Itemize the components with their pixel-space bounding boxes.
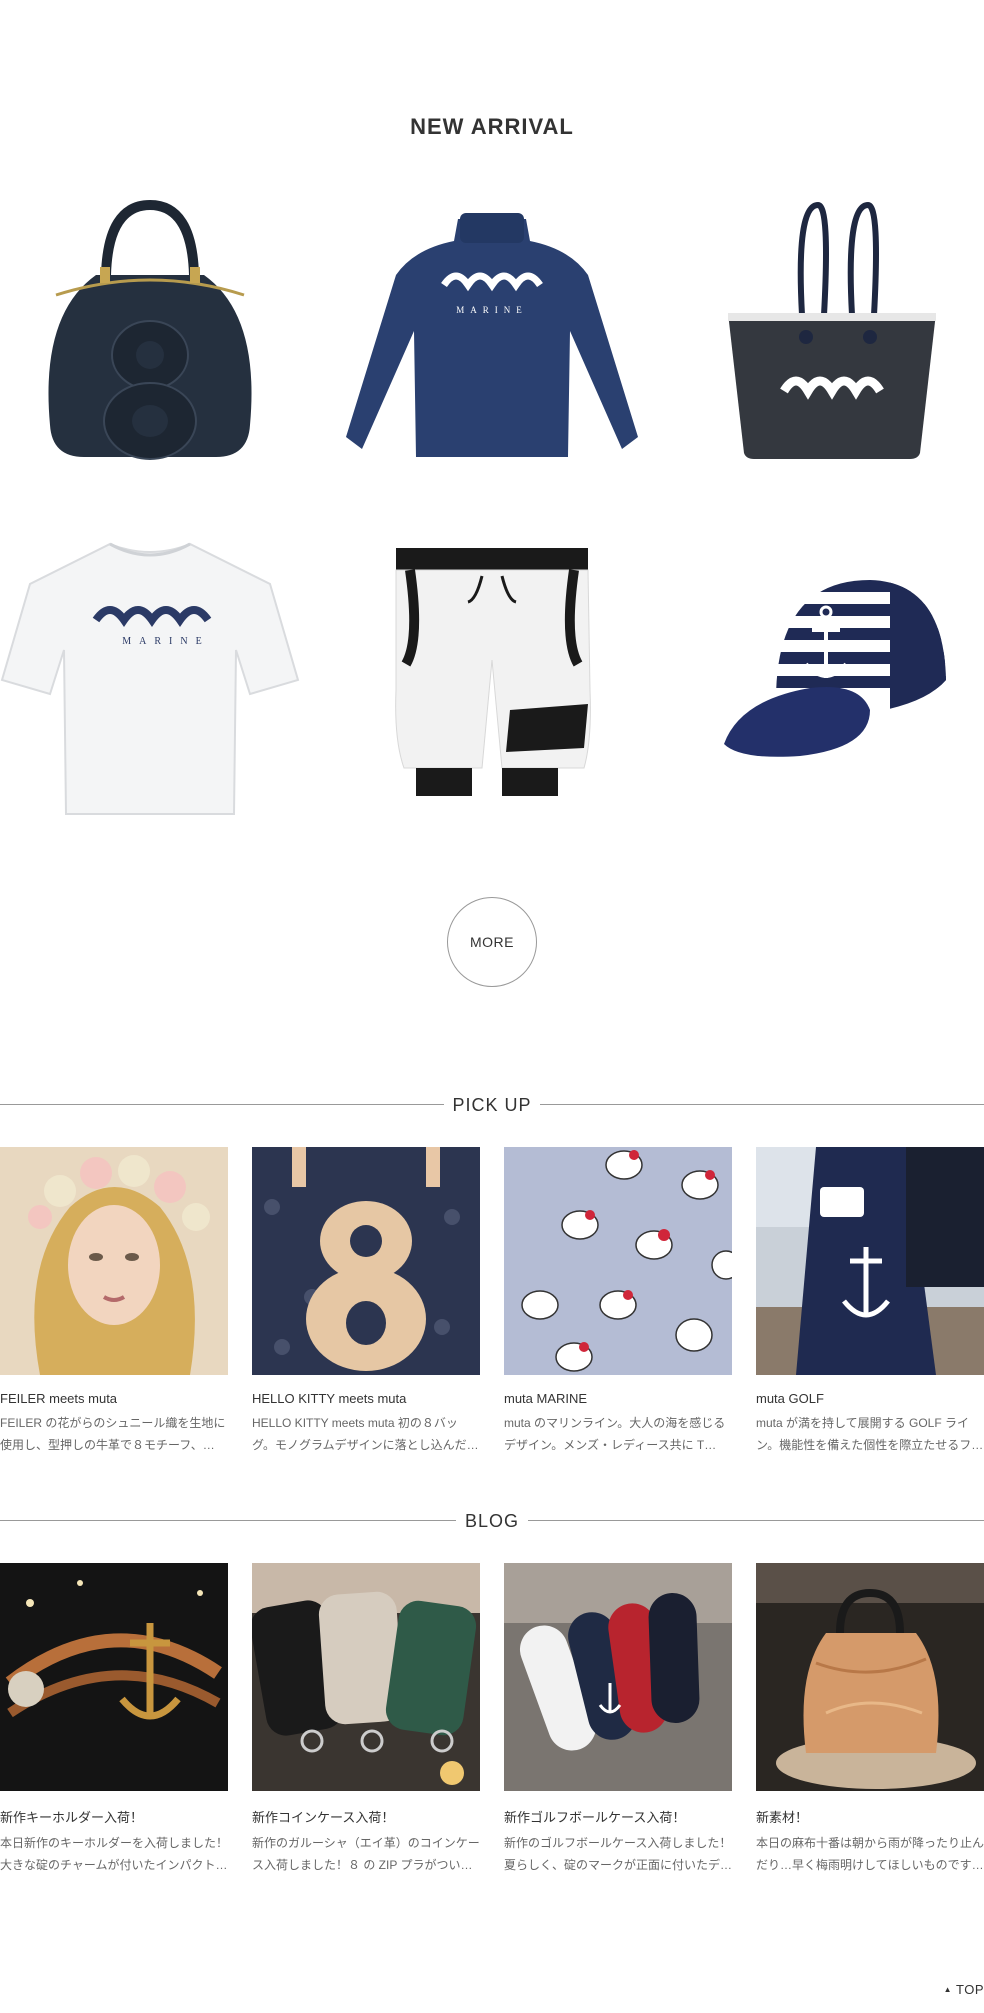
pickup-card-desc: FEILER の花がらのシュニール織を生地に使用し、型押しの牛革で８モチーフ、… [0,1416,226,1452]
product-white-tshirt[interactable]: MARINE [0,530,300,820]
blog-card-ballcase[interactable]: 新作ゴルフボールケース入荷！ 新作のゴルフボールケース入荷しました！夏らしく、碇… [504,1563,732,1876]
pickup-card-desc: muta のマリンライン。大人の海を感じるデザイン。メンズ・レディース共に T… [504,1416,726,1452]
blog-card-desc: 新作のガルーシャ（エイ革）のコインケース入荷しました！８ の ZIP プラがつい… [252,1836,480,1872]
pickup-image-marine [504,1147,732,1375]
tote-bag-icon [728,201,936,459]
product-bowling-bag[interactable] [36,195,264,465]
blog-card-keyholder[interactable]: 新作キーホルダー入荷！ 本日新作のキーホルダーを入荷しました！大きな碇のチャーム… [0,1563,228,1876]
blog-image-ballcase [504,1563,732,1791]
pickup-image-feiler [0,1147,228,1375]
product-tote-bag[interactable] [722,195,942,465]
pickup-card-golf[interactable]: muta GOLF muta が満を持して展開する GOLF ライン。機能性を備… [756,1147,984,1456]
pickup-card-title: HELLO KITTY meets muta [252,1391,407,1406]
blog-card-coincase[interactable]: 新作コインケース入荷！ 新作のガルーシャ（エイ革）のコインケース入荷しました！８… [252,1563,480,1876]
svg-text:MARINE: MARINE [122,636,209,647]
blog-card-new-material[interactable]: 新素材！ 本日の麻布十番は朝から雨が降ったり止んだり…早く梅雨明けしてほしいもの… [756,1563,984,1876]
white-pants-icon [395,548,591,796]
triangle-up-icon: ▲ [943,1985,952,1994]
pickup-card-title: muta GOLF [756,1391,824,1406]
product-white-pants[interactable] [380,540,604,810]
blog-card-title: 新作ゴルフボールケース入荷！ [504,1810,686,1825]
blog-header: BLOG [0,1506,984,1536]
new-arrival-title: NEW ARRIVAL [410,114,574,139]
blog-card-desc: 新作のゴルフボールケース入荷しました！夏らしく、碇のマークが正面に付いたデ… [504,1836,732,1872]
pickup-card-desc: muta が満を持して展開する GOLF ライン。機能性を備えた個性を際立たせる… [756,1416,984,1452]
product-anchor-cap[interactable] [720,560,950,790]
blog-image-new-material [756,1563,984,1791]
pick-up-title: PICK UP [452,1095,532,1115]
back-to-top-link[interactable]: ▲ TOP [944,1982,984,1997]
blog-card-title: 新素材！ [756,1810,809,1825]
pickup-card-feiler[interactable]: FEILER meets muta FEILER の花がらのシュニール織を生地に… [0,1147,228,1456]
product-long-sleeve-shirt[interactable]: MARINE [338,205,646,465]
pickup-card-title: FEILER meets muta [0,1391,118,1406]
pickup-image-hello-kitty [252,1147,480,1375]
pickup-card-marine[interactable]: muta MARINE muta のマリンライン。大人の海を感じるデザイン。メン… [504,1147,732,1456]
blog-image-coincase [252,1563,480,1791]
divider-line-right [540,1104,984,1105]
blog-card-title: 新作コインケース入荷！ [252,1810,395,1825]
white-tshirt-icon: MARINE [0,542,300,815]
pickup-card-hello-kitty[interactable]: HELLO KITTY meets muta HELLO KITTY meets… [252,1147,480,1456]
navy-long-sleeve-shirt-icon: MARINE [346,213,638,457]
more-button[interactable]: MORE [447,897,537,987]
svg-text:MARINE: MARINE [456,305,528,315]
blog-image-keyholder [0,1563,228,1791]
pick-up-header: PICK UP [0,1090,984,1120]
blog-card-desc: 本日新作のキーホルダーを入荷しました！大きな碇のチャームが付いたインパクトの… [0,1836,228,1872]
back-to-top-label: TOP [956,1982,984,1997]
blog-card-title: 新作キーホルダー入荷！ [0,1810,144,1825]
pickup-image-golf [756,1147,984,1375]
anchor-cap-icon [724,580,946,757]
blog-card-desc: 本日の麻布十番は朝から雨が降ったり止んだり…早く梅雨明けしてほしいものです… [756,1836,984,1872]
divider-line-right [528,1520,984,1521]
pickup-card-title: muta MARINE [504,1391,588,1406]
blog-title: BLOG [464,1511,520,1531]
bowling-bag-8-icon [48,199,252,460]
pickup-card-desc: HELLO KITTY meets muta 初の８バッグ。モノグラムデザインに… [252,1416,479,1452]
